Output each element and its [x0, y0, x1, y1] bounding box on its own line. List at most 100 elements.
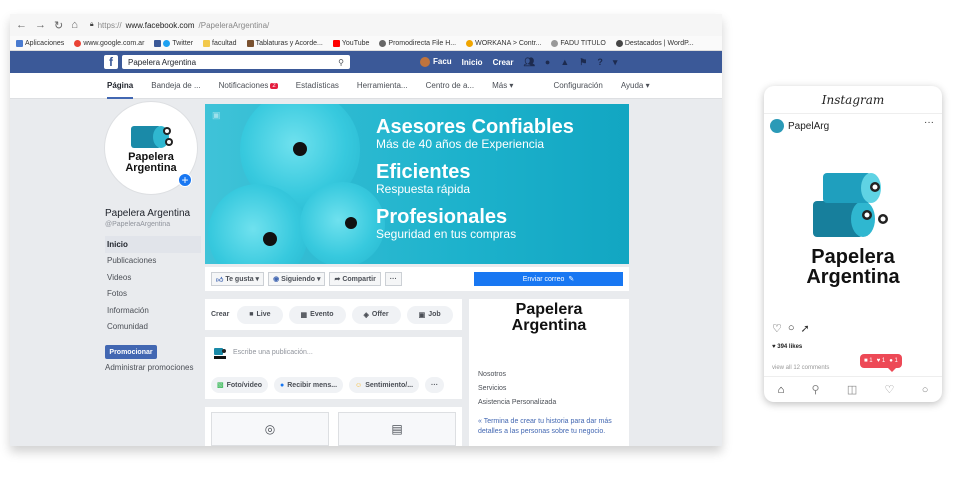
nav-create-link[interactable]: Crear: [493, 58, 514, 67]
share-arrow-icon[interactable]: ➚: [801, 322, 810, 335]
tab-insights[interactable]: Estadísticas: [296, 73, 339, 99]
tab-more[interactable]: Más ▾: [492, 73, 513, 99]
back-arrow-icon[interactable]: ←: [16, 19, 27, 31]
page-tabs: Página Bandeja de ... Notificaciones 2 Es…: [10, 73, 722, 99]
view-comments-link[interactable]: view all 12 comments: [772, 365, 829, 371]
brand-wordmark: Papelera Argentina: [125, 151, 177, 174]
sidebar-item-videos[interactable]: Videos: [105, 269, 201, 286]
about-item-nosotros[interactable]: Nosotros: [478, 371, 556, 385]
sidebar-item-community[interactable]: Comunidad: [105, 319, 201, 336]
browser-toolbar: ← → ↻ ⌂ 🔒︎ https://www.facebook.com/Pape…: [10, 14, 722, 36]
tab-ad-center[interactable]: Centro de a...: [426, 73, 474, 99]
manage-promotions-link[interactable]: Administrar promociones: [105, 363, 201, 372]
instagram-username[interactable]: PapelArg: [788, 121, 829, 132]
instagram-widget[interactable]: ◎: [211, 412, 329, 446]
tab-notifications[interactable]: Notificaciones 2: [219, 73, 278, 99]
instagram-post-header: PapelArg ···: [764, 114, 942, 138]
comment-bubble-icon[interactable]: ○: [788, 322, 795, 335]
promote-button[interactable]: Promocionar: [105, 345, 157, 359]
folder-icon: [203, 39, 211, 47]
page-side-nav: Inicio Publicaciones Videos Fotos Inform…: [105, 236, 201, 335]
user-profile-link[interactable]: Facu: [420, 57, 452, 67]
bookmark-google[interactable]: www.google.com.ar: [74, 39, 144, 47]
cover-edit-icon[interactable]: ▣: [212, 110, 221, 121]
page-widget[interactable]: ▤: [338, 412, 456, 446]
following-button[interactable]: ◉ Siguiendo ▾: [268, 272, 326, 286]
cover-heading-3: Profesionales: [376, 206, 508, 228]
search-icon[interactable]: ⚲: [338, 58, 344, 67]
page-action-bar: 👍︎ Te gusta ▾ ◉ Siguiendo ▾ ➦ Compartir ···…: [205, 267, 629, 291]
bookmark-youtube[interactable]: YouTube: [332, 39, 369, 47]
add-photo-plus-icon[interactable]: +: [178, 173, 192, 187]
search-icon[interactable]: ⚲: [812, 383, 820, 396]
activity-notification-bubble[interactable]: ■ 1 ♥ 1 ● 1: [860, 354, 902, 372]
post-input[interactable]: Escribe una publicación...: [233, 349, 313, 356]
paper-roll-image: [300, 182, 385, 264]
url-prefix: https://: [97, 20, 122, 30]
avatar: [420, 57, 430, 67]
cover-photo[interactable]: ▣ Asesores Confiables Más de 40 años de …: [205, 104, 629, 264]
address-bar[interactable]: 🔒︎ https://www.facebook.com/PapeleraArge…: [86, 17, 716, 33]
tab-help[interactable]: Ayuda ▾: [621, 73, 650, 99]
camera-icon[interactable]: ◫: [847, 383, 857, 396]
notifications-bell-icon[interactable]: ▲: [560, 57, 569, 67]
smiley-icon: ☺: [355, 381, 363, 389]
finish-story-link[interactable]: « Termina de crear tu historia para dar …: [478, 417, 628, 437]
brand-wordmark: Papelera Argentina: [511, 301, 587, 334]
job-button[interactable]: ▣ Job: [406, 305, 453, 324]
forward-arrow-icon[interactable]: →: [35, 19, 46, 31]
share-button[interactable]: ➦ Compartir: [329, 272, 381, 286]
tab-settings[interactable]: Configuración: [553, 73, 602, 99]
profile-picture[interactable]: Papelera Argentina +: [105, 102, 197, 194]
like-button[interactable]: 👍︎ Te gusta ▾: [211, 272, 265, 286]
bookmark-facultad[interactable]: facultad: [203, 39, 237, 47]
profile-icon[interactable]: ○: [922, 384, 929, 396]
bookmark-fadu[interactable]: FADU TITULO: [551, 39, 606, 47]
receive-messages-button[interactable]: ● Recibir mens...: [274, 377, 344, 393]
nav-home-link[interactable]: Inicio: [462, 58, 483, 67]
bookmark-workana[interactable]: WORKANA > Contr...: [466, 39, 541, 47]
messenger-icon[interactable]: ●: [545, 57, 550, 67]
bookmark-wordpress[interactable]: Destacados | WordP...: [615, 39, 694, 47]
pages-icon[interactable]: ⚑: [579, 57, 587, 68]
help-icon[interactable]: ?: [597, 57, 603, 67]
browser-window: ← → ↻ ⌂ 🔒︎ https://www.facebook.com/Pape…: [10, 14, 722, 446]
home-icon[interactable]: ⌂: [71, 19, 78, 31]
account-menu-caret-icon[interactable]: ▾: [613, 57, 618, 68]
sidebar-item-info[interactable]: Información: [105, 302, 201, 319]
heart-icon[interactable]: ♡: [772, 322, 782, 335]
cover-subheading-3: Seguridad en tus compras: [376, 227, 517, 241]
instagram-post-image[interactable]: Papelera Argentina: [764, 138, 942, 316]
offer-button[interactable]: ◈ Offer: [351, 305, 401, 324]
friends-icon[interactable]: 👥︎: [523, 57, 534, 68]
tab-page[interactable]: Página: [107, 73, 134, 99]
about-item-services[interactable]: Servicios: [478, 385, 556, 399]
sidebar-item-photos[interactable]: Fotos: [105, 286, 201, 303]
event-button[interactable]: ▦ Evento: [288, 305, 346, 324]
facebook-logo-icon[interactable]: f: [104, 55, 118, 69]
live-button[interactable]: ■ Live: [237, 305, 283, 324]
more-actions-button[interactable]: ···: [384, 272, 402, 286]
bookmark-twitter[interactable]: Twitter: [154, 39, 193, 47]
feeling-activity-button[interactable]: ☺ Sentimiento/...: [349, 377, 420, 393]
send-email-button[interactable]: Enviar correo ✎: [474, 272, 623, 286]
home-icon[interactable]: ⌂: [778, 384, 785, 396]
avatar[interactable]: [770, 119, 784, 133]
bookmark-apps[interactable]: Aplicaciones: [16, 39, 64, 47]
bookmark-tablaturas[interactable]: Tablaturas y Acorde...: [246, 39, 323, 47]
workana-icon: [466, 39, 474, 47]
heart-icon[interactable]: ♡: [885, 383, 895, 396]
about-item-assistance[interactable]: Asistencia Personalizada: [478, 399, 556, 413]
sidebar-item-home[interactable]: Inicio: [105, 236, 201, 253]
tab-publishing-tools[interactable]: Herramienta...: [357, 73, 408, 99]
instagram-icon: ◎: [264, 422, 276, 436]
tab-inbox[interactable]: Bandeja de ...: [151, 73, 200, 99]
photo-video-button[interactable]: ▧ Foto/video: [211, 377, 269, 393]
briefcase-icon: ▣: [418, 311, 426, 319]
reload-icon[interactable]: ↻: [54, 19, 63, 32]
bookmark-promodirecta[interactable]: Promodirecta File H...: [379, 39, 456, 47]
facebook-search-input[interactable]: Papelera Argentina ⚲: [122, 55, 350, 69]
more-options-icon[interactable]: ···: [924, 117, 934, 128]
sidebar-item-posts[interactable]: Publicaciones: [105, 253, 201, 270]
more-composer-options-button[interactable]: ···: [425, 377, 445, 393]
